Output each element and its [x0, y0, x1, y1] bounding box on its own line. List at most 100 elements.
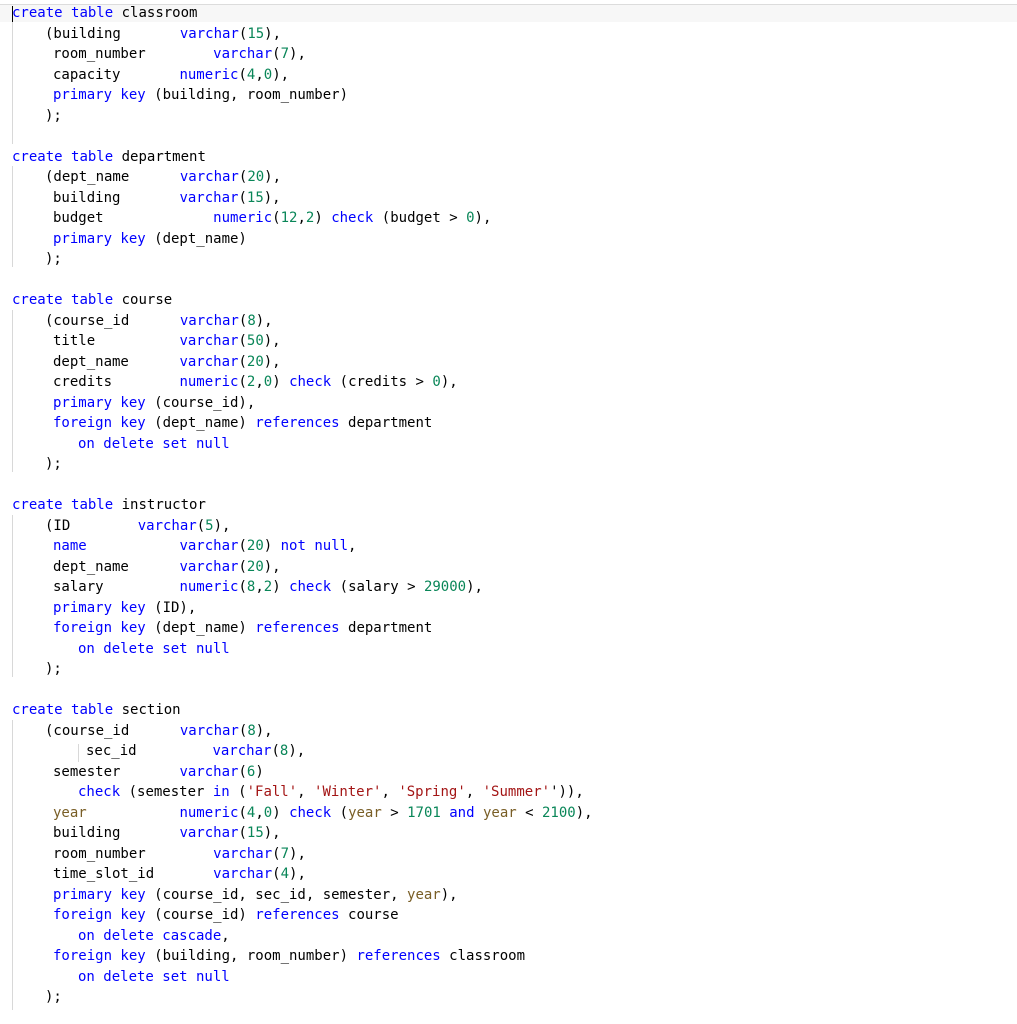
token-text: section: [113, 702, 181, 718]
code-line[interactable]: (course_id varchar(8),: [45, 721, 273, 741]
code-line[interactable]: name varchar(20) not null,: [53, 536, 356, 556]
code-line[interactable]: (building varchar(15),: [45, 24, 281, 44]
code-line[interactable]: );: [45, 987, 62, 1007]
code-line[interactable]: check (semester in ('Fall', 'Winter', 'S…: [78, 782, 584, 802]
token-text: ),: [255, 312, 273, 329]
token-keyword: primary key: [53, 87, 146, 103]
code-line[interactable]: );: [45, 106, 62, 126]
token-text: (: [238, 558, 247, 575]
token-text: ),: [440, 374, 458, 390]
token-number: 8: [247, 312, 256, 329]
code-line[interactable]: credits numeric(2,0) check (credits > 0)…: [53, 372, 458, 392]
code-line[interactable]: );: [45, 249, 62, 269]
token-keyword: create: [12, 497, 63, 513]
code-line[interactable]: on delete set null: [78, 639, 230, 659]
code-line[interactable]: );: [45, 454, 62, 474]
token-text: ,: [255, 374, 264, 390]
token-text: ),: [263, 353, 281, 370]
code-line[interactable]: year numeric(4,0) check (year > 1701 and…: [53, 803, 593, 823]
token-text: department: [339, 415, 433, 431]
code-line[interactable]: foreign key (dept_name) references depar…: [53, 618, 432, 638]
token-keyword: varchar: [179, 825, 239, 841]
token-number: 8: [247, 722, 256, 739]
token-keyword: foreign key: [53, 415, 146, 431]
code-line[interactable]: create table instructor: [12, 495, 206, 515]
code-editor[interactable]: create table classroom (building varchar(…: [0, 0, 1017, 1024]
token-number: 0: [466, 210, 475, 226]
token-number: 7: [280, 46, 290, 62]
token-keyword: table: [71, 292, 114, 308]
code-line[interactable]: primary key (ID),: [53, 598, 196, 618]
token-keyword: numeric: [179, 66, 239, 83]
code-line[interactable]: primary key (course_id),: [53, 393, 255, 413]
code-line[interactable]: foreign key (course_id) references cours…: [53, 905, 399, 925]
token-text: (credits >: [331, 374, 433, 390]
code-line[interactable]: foreign key (building, room_number) refe…: [53, 946, 525, 966]
code-line[interactable]: sec_id varchar(8),: [86, 741, 305, 761]
code-line[interactable]: create table section: [12, 700, 181, 720]
code-line[interactable]: (dept_name varchar(20),: [45, 167, 281, 187]
code-line[interactable]: title varchar(50),: [53, 331, 281, 351]
code-line[interactable]: );: [45, 659, 62, 679]
token-text: );: [45, 251, 62, 267]
code-line[interactable]: create table classroom: [12, 3, 197, 23]
token-variable: year: [407, 886, 441, 903]
token-text: (building, room_number): [145, 948, 357, 964]
code-line[interactable]: capacity numeric(4,0),: [53, 65, 289, 85]
token-text: (: [238, 763, 247, 780]
token-keyword: foreign key: [53, 620, 146, 636]
token-keyword: foreign key: [53, 907, 146, 923]
token-text: (: [272, 845, 281, 862]
code-line[interactable]: dept_name varchar(20),: [53, 352, 281, 372]
code-line[interactable]: create table course: [12, 290, 172, 310]
token-text: );: [45, 456, 62, 472]
token-text: (budget >: [373, 210, 467, 226]
code-line[interactable]: create table department: [12, 147, 206, 167]
token-text: room_number: [53, 845, 214, 862]
token-text: semester: [53, 763, 180, 780]
token-text: ,: [255, 66, 264, 83]
token-string: 'Winter': [314, 784, 382, 800]
code-line[interactable]: building varchar(15),: [53, 823, 281, 843]
token-string: 'Summer': [482, 784, 551, 800]
token-keyword: varchar: [179, 333, 239, 349]
token-text: ,: [255, 579, 264, 595]
token-text: ),: [575, 804, 593, 821]
token-number: 20: [246, 353, 264, 370]
token-text: (dept_name): [145, 230, 247, 247]
token-text: ,: [381, 784, 399, 800]
code-line[interactable]: time_slot_id varchar(4),: [53, 864, 306, 884]
token-text: ),: [263, 558, 281, 575]
token-keyword: varchar: [179, 312, 239, 329]
token-number: 4: [280, 866, 290, 882]
code-line[interactable]: dept_name varchar(20),: [53, 557, 281, 577]
code-line[interactable]: room_number varchar(7),: [53, 44, 306, 64]
token-text: (course_id: [45, 722, 180, 739]
code-line[interactable]: primary key (building, room_number): [53, 85, 348, 105]
token-text: ),: [263, 825, 281, 841]
code-line[interactable]: on delete set null: [78, 967, 230, 987]
token-keyword: varchar: [179, 538, 239, 554]
code-line[interactable]: on delete set null: [78, 434, 230, 454]
token-text: ,: [297, 210, 306, 226]
code-line[interactable]: budget numeric(12,2) check (budget > 0),: [53, 208, 491, 228]
code-line[interactable]: primary key (course_id, sec_id, semester…: [53, 885, 458, 905]
token-text: classroom: [440, 948, 526, 964]
code-line[interactable]: salary numeric(8,2) check (salary > 2900…: [53, 577, 483, 597]
token-number: 1701: [407, 804, 441, 821]
token-text: (: [238, 538, 247, 554]
token-text: (ID: [45, 517, 138, 534]
code-line[interactable]: on delete cascade,: [78, 926, 230, 946]
token-number: 20: [247, 169, 265, 185]
code-line[interactable]: semester varchar(6): [53, 762, 264, 782]
code-line[interactable]: building varchar(15),: [53, 188, 281, 208]
code-line[interactable]: foreign key (dept_name) references depar…: [53, 413, 432, 433]
token-text: ),: [264, 25, 282, 42]
code-line[interactable]: (ID varchar(5),: [45, 516, 230, 536]
token-keyword: references: [255, 620, 340, 636]
code-line[interactable]: room_number varchar(7),: [53, 844, 306, 864]
token-text: (: [238, 333, 247, 349]
code-line[interactable]: primary key (dept_name): [53, 229, 247, 249]
code-line[interactable]: (course_id varchar(8),: [45, 311, 273, 331]
